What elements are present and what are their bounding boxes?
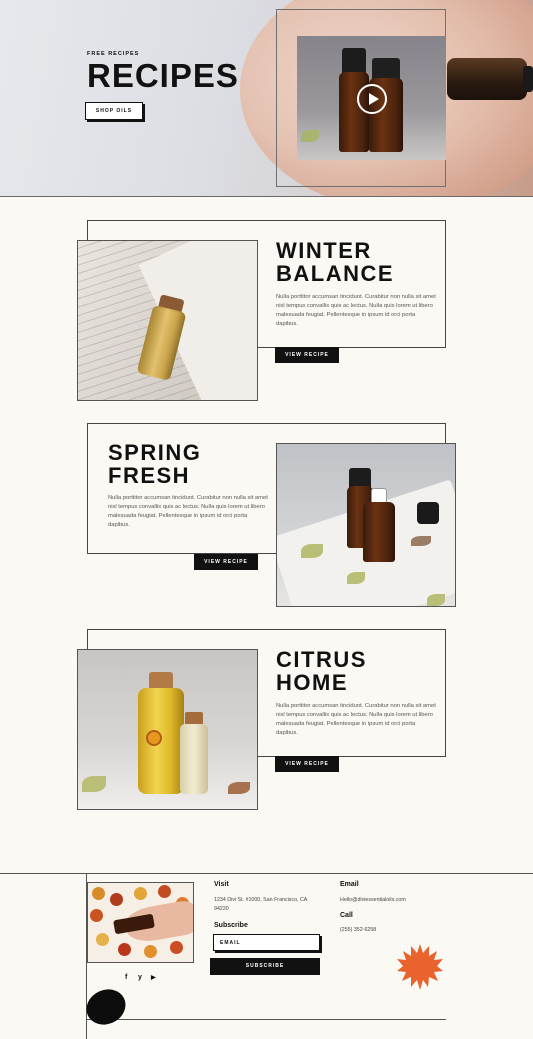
email-link[interactable]: Hello@diviessentialoils.com	[340, 895, 406, 905]
shop-oils-button[interactable]: SHOP OILS	[85, 102, 143, 120]
email-input[interactable]	[213, 934, 320, 951]
recipe-image-citrus	[77, 649, 258, 810]
recipe-image-winter	[77, 240, 258, 401]
footer-image	[87, 882, 194, 963]
recipe-description: Nulla porttitor accumsan tincidunt. Cura…	[108, 495, 268, 528]
play-icon[interactable]	[357, 84, 387, 114]
facebook-icon[interactable]: f	[125, 974, 127, 981]
address-line-2: 94220	[214, 906, 229, 912]
twitter-icon[interactable]: y	[138, 974, 142, 981]
page-title: RECIPES	[87, 57, 239, 94]
starburst-decoration	[397, 944, 443, 990]
hero-section: FREE RECIPES RECIPES SHOP OILS	[0, 0, 533, 197]
recipe-title: WINTER BALANCE	[276, 238, 395, 287]
subscribe-heading: Subscribe	[214, 922, 248, 929]
recipe-description: Nulla porttitor accumsan tincidunt. Cura…	[276, 703, 436, 736]
recipe-title: SPRING FRESH	[108, 440, 202, 489]
view-recipe-button[interactable]: VIEW RECIPE	[275, 756, 339, 772]
hero-bottle-image	[447, 58, 533, 100]
recipe-title: CITRUS HOME	[276, 647, 367, 696]
footer-bottom-border	[86, 1019, 446, 1020]
blob-decoration	[80, 983, 132, 1031]
youtube-icon[interactable]: ▶	[151, 974, 156, 981]
view-recipe-button[interactable]: VIEW RECIPE	[275, 347, 339, 363]
hero-video[interactable]	[297, 36, 446, 160]
view-recipe-button[interactable]: VIEW RECIPE	[194, 554, 258, 570]
subscribe-button[interactable]: SUBSCRIBE	[210, 958, 320, 975]
call-heading: Call	[340, 912, 353, 919]
visit-heading: Visit	[214, 881, 229, 888]
phone-number: (255) 352-6258	[340, 927, 377, 933]
footer-top-border	[0, 873, 533, 874]
recipe-image-spring	[276, 443, 456, 607]
email-heading: Email	[340, 881, 359, 888]
recipe-description: Nulla porttitor accumsan tincidunt. Cura…	[276, 294, 436, 327]
video-leaf	[301, 130, 319, 142]
